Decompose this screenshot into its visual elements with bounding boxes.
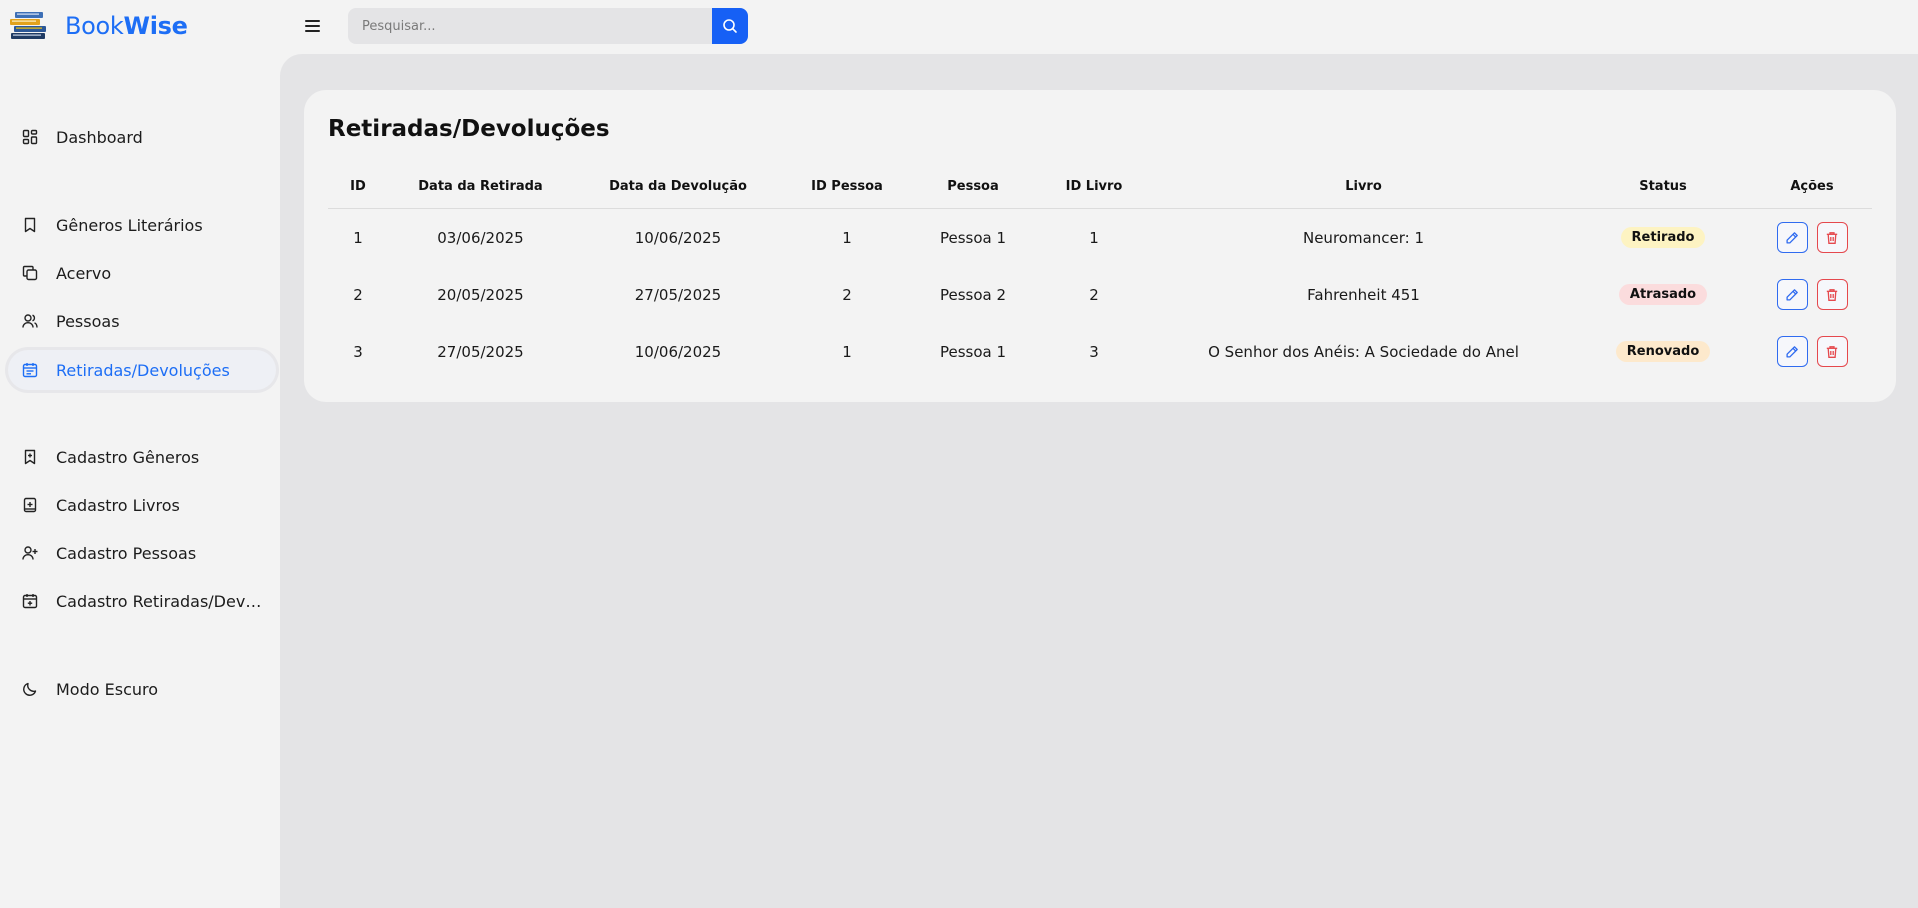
table-row: 3 27/05/2025 10/06/2025 1 Pessoa 1 3 O S… [328, 323, 1872, 380]
copy-icon [21, 264, 39, 282]
cell-id-livro: 1 [1089, 228, 1099, 247]
column-header[interactable]: Pessoa [911, 164, 1035, 209]
trash-icon [1826, 345, 1838, 358]
sidebar-item-label: Pessoas [56, 311, 120, 331]
top-bar: BookWise [0, 0, 1918, 54]
column-header[interactable]: ID Pessoa [783, 164, 911, 209]
bookmark-icon [21, 216, 39, 234]
users-icon [21, 312, 39, 330]
sidebar-item-label: Gêneros Literários [56, 215, 203, 235]
sidebar-item-label: Dashboard [56, 127, 143, 147]
calendar-list-icon [21, 361, 39, 379]
sidebar: Dashboard Gêneros Literários Acervo Pess… [0, 54, 280, 908]
cell-id-livro: 3 [1089, 342, 1099, 361]
dashboard-icon [21, 128, 39, 146]
cell-id-livro: 2 [1089, 285, 1099, 304]
sidebar-item-generos-literarios[interactable]: Gêneros Literários [8, 205, 276, 245]
cell-status: Retirado [1574, 209, 1752, 267]
hamburger-menu-icon[interactable] [303, 17, 323, 35]
trash-icon [1826, 288, 1838, 301]
sidebar-item-modo-escuro[interactable]: Modo Escuro [8, 669, 276, 709]
trash-icon [1826, 231, 1838, 244]
sidebar-item-label: Retiradas/Devoluções [56, 360, 230, 380]
edit-button[interactable] [1776, 279, 1808, 310]
sidebar-item-retiradas-devolucoes[interactable]: Retiradas/Devoluções [8, 350, 276, 390]
cell-data-devolucao: 27/05/2025 [634, 285, 722, 304]
sidebar-item-label: Acervo [56, 263, 112, 283]
sidebar-item-label: Cadastro Retiradas/Devolu... [56, 591, 266, 611]
cell-livro: O Senhor dos Anéis: A Sociedade do Anel [1208, 342, 1519, 361]
cell-actions [1752, 209, 1872, 267]
cell-id-pessoa: 1 [842, 342, 852, 361]
cell-id: 1 [353, 228, 363, 247]
table-header-row: ID Data da Retirada Data da Devolução ID… [328, 164, 1872, 209]
cell-data-retirada: 27/05/2025 [437, 342, 524, 361]
cell-id-pessoa: 2 [842, 285, 852, 304]
search-bar [348, 8, 748, 44]
column-header[interactable]: ID Livro [1035, 164, 1153, 209]
user-plus-icon [21, 544, 39, 562]
search-button[interactable] [712, 8, 748, 44]
sidebar-item-cadastro-pessoas[interactable]: Cadastro Pessoas [8, 533, 276, 573]
cell-id: 3 [353, 342, 363, 361]
cell-pessoa: Pessoa 1 [939, 342, 1007, 361]
sidebar-item-label: Modo Escuro [56, 679, 159, 699]
cell-status: Atrasado [1574, 266, 1752, 323]
column-header[interactable]: Data da Devolução [573, 164, 783, 209]
sidebar-item-pessoas[interactable]: Pessoas [8, 301, 276, 341]
brand-name: BookWise [65, 12, 188, 40]
pencil-icon [1786, 231, 1798, 244]
sidebar-item-cadastro-livros[interactable]: Cadastro Livros [8, 485, 276, 525]
bookmark-plus-icon [21, 448, 39, 466]
sidebar-item-cadastro-retiradas[interactable]: Cadastro Retiradas/Devolu... [8, 581, 276, 621]
book-plus-icon [21, 496, 39, 514]
page-title: Retiradas/Devoluções [328, 116, 610, 142]
cell-data-devolucao: 10/06/2025 [634, 228, 722, 247]
column-header: Ações [1752, 164, 1872, 209]
loans-table: ID Data da Retirada Data da Devolução ID… [328, 164, 1872, 380]
cell-actions [1752, 323, 1872, 380]
loans-card: Retiradas/Devoluções ID Data da Retirada… [304, 90, 1896, 402]
column-header[interactable]: Status [1574, 164, 1752, 209]
cell-data-retirada: 20/05/2025 [437, 285, 524, 304]
sidebar-item-acervo[interactable]: Acervo [8, 253, 276, 293]
pencil-icon [1786, 288, 1798, 301]
search-input[interactable] [348, 8, 712, 44]
sidebar-item-label: Cadastro Pessoas [56, 543, 197, 563]
status-badge: Atrasado [1618, 284, 1708, 305]
delete-button[interactable] [1816, 336, 1848, 367]
sidebar-item-dashboard[interactable]: Dashboard [8, 117, 276, 157]
edit-button[interactable] [1776, 222, 1808, 253]
delete-button[interactable] [1816, 279, 1848, 310]
pencil-icon [1786, 345, 1798, 358]
column-header[interactable]: ID [328, 164, 388, 209]
table-row: 2 20/05/2025 27/05/2025 2 Pessoa 2 2 Fah… [328, 266, 1872, 323]
cell-status: Renovado [1574, 323, 1752, 380]
cell-data-devolucao: 10/06/2025 [634, 342, 722, 361]
status-badge: Retirado [1620, 227, 1706, 248]
sidebar-item-label: Cadastro Gêneros [56, 447, 200, 467]
sidebar-item-cadastro-generos[interactable]: Cadastro Gêneros [8, 437, 276, 477]
cell-pessoa: Pessoa 1 [939, 228, 1007, 247]
moon-icon [21, 680, 39, 698]
cell-id: 2 [353, 285, 363, 304]
cell-livro: Fahrenheit 451 [1307, 285, 1420, 304]
status-badge: Renovado [1615, 341, 1711, 362]
cell-id-pessoa: 1 [842, 228, 852, 247]
cell-data-retirada: 03/06/2025 [437, 228, 524, 247]
column-header[interactable]: Data da Retirada [388, 164, 573, 209]
delete-button[interactable] [1816, 222, 1848, 253]
cell-pessoa: Pessoa 2 [939, 285, 1007, 304]
column-header[interactable]: Livro [1153, 164, 1574, 209]
table-row: 1 03/06/2025 10/06/2025 1 Pessoa 1 1 Neu… [328, 209, 1872, 267]
brand-logo[interactable]: BookWise [9, 9, 188, 41]
search-icon [723, 19, 737, 33]
books-stack-icon [10, 12, 46, 39]
cell-livro: Neuromancer: 1 [1302, 228, 1425, 247]
edit-button[interactable] [1776, 336, 1808, 367]
cell-actions [1752, 266, 1872, 323]
sidebar-item-label: Cadastro Livros [56, 495, 180, 515]
calendar-plus-icon [21, 592, 39, 610]
